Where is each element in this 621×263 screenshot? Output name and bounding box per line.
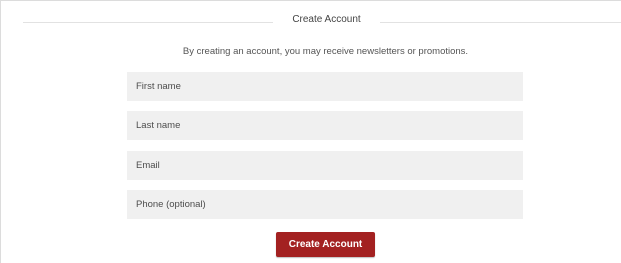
create-account-button[interactable]: Create Account (276, 232, 375, 257)
form-title: Create Account (292, 14, 361, 25)
newsletter-notice: By creating an account, you may receive … (182, 46, 469, 57)
first-name-field[interactable] (127, 72, 523, 101)
create-account-panel: Create Account By creating an account, y… (0, 0, 621, 263)
form-header: Create Account (23, 12, 621, 32)
email-field[interactable] (127, 151, 523, 180)
last-name-field[interactable] (127, 111, 523, 140)
header-divider-right (380, 22, 621, 23)
phone-field[interactable] (127, 190, 523, 219)
header-divider-left (23, 22, 273, 23)
